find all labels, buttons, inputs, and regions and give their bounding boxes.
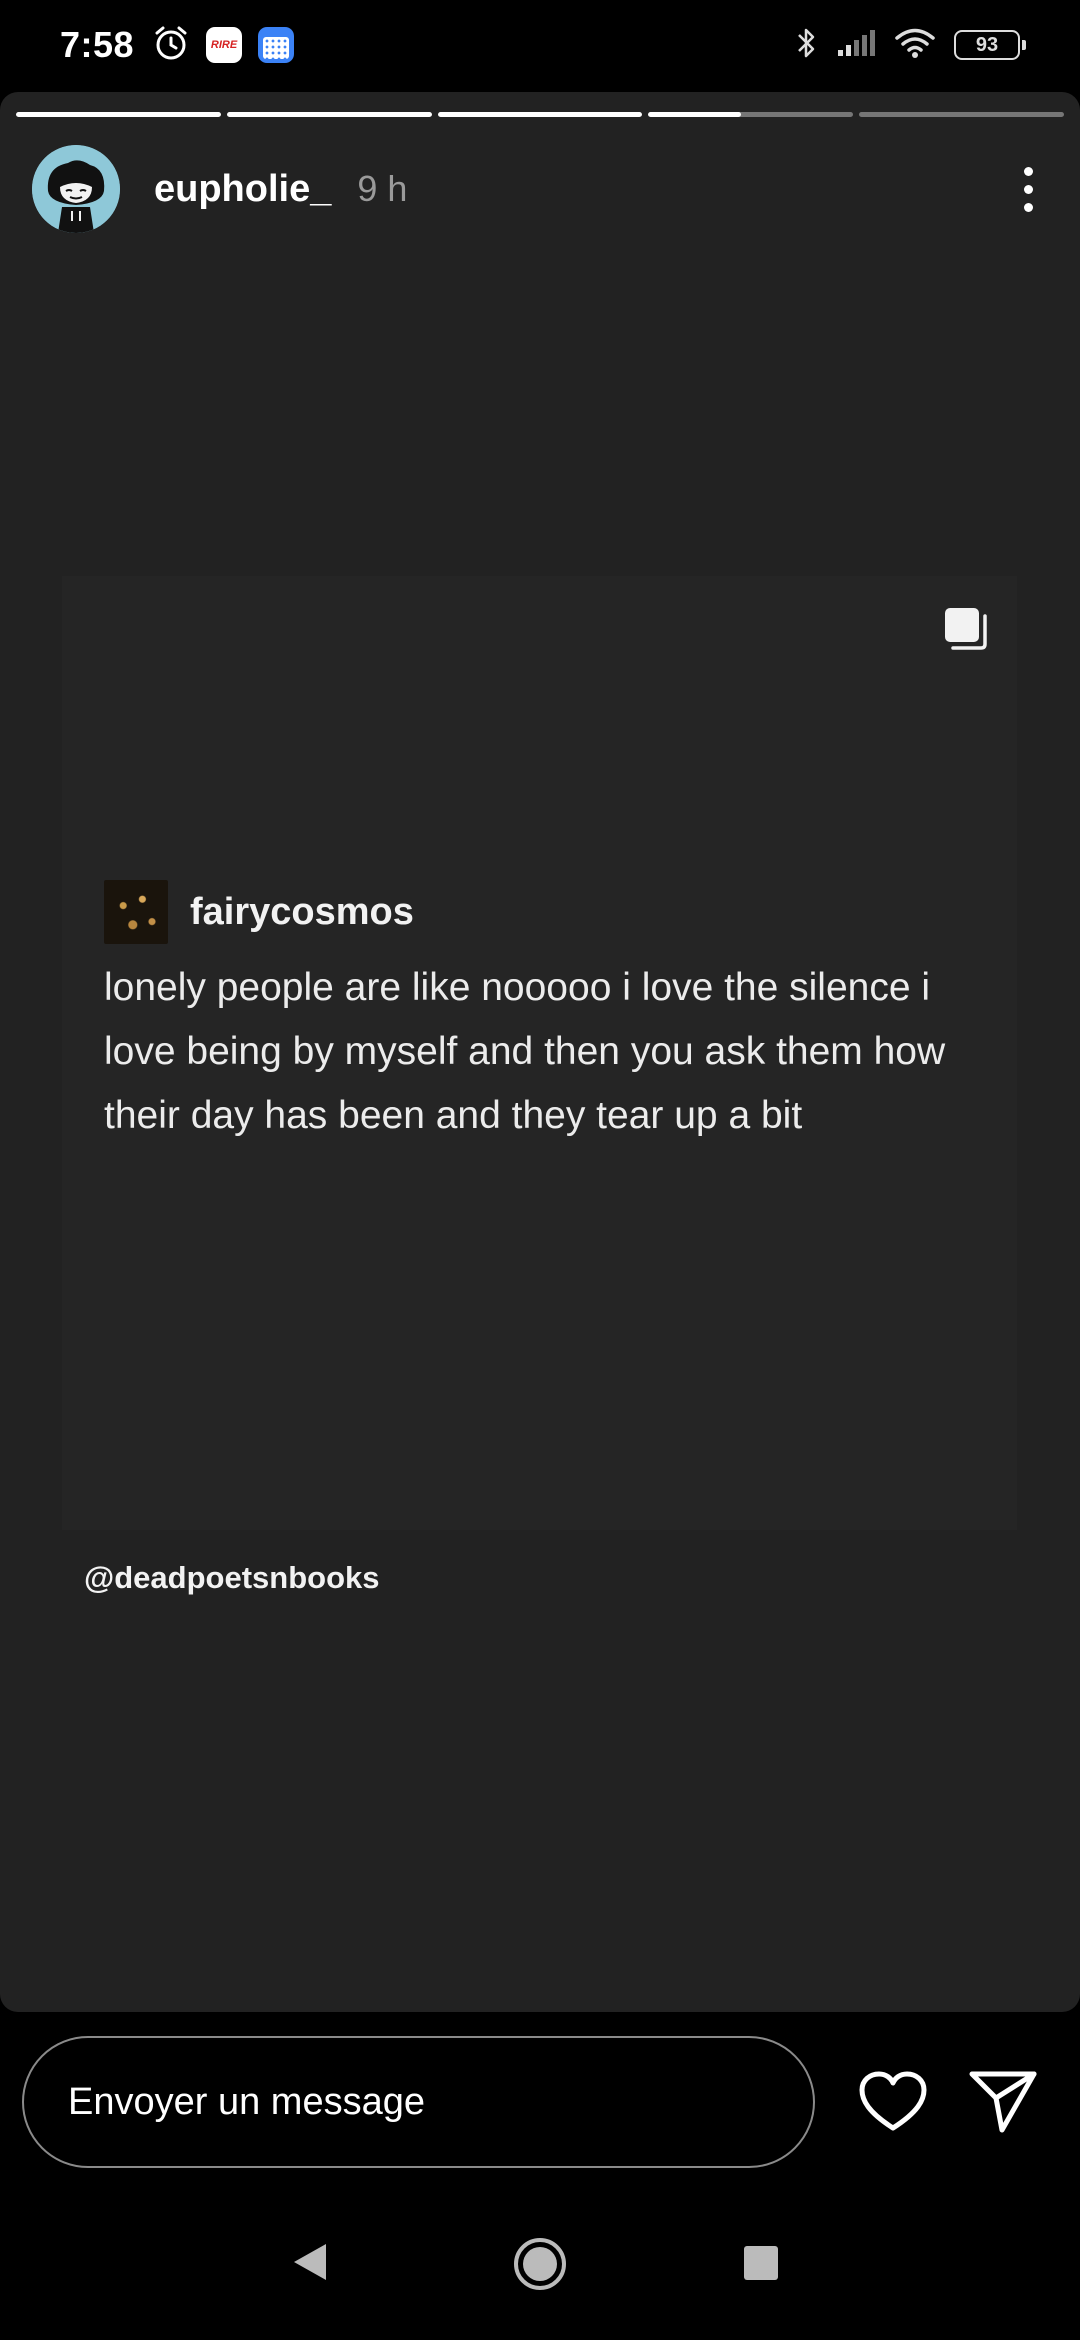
wifi-icon [894,27,936,64]
rire-app-icon: RIRE [206,27,243,63]
story-panel[interactable]: eupholie_ 9 h fairycosmos lonely people … [0,92,1080,2012]
calendar-app-icon [258,27,295,63]
status-bar: 7:58 RIRE 93 [0,0,1080,90]
notification-icons: RIRE [152,24,295,67]
message-input[interactable]: Envoyer un message [22,2036,815,2168]
progress-fill [16,112,221,117]
progress-fill [648,112,741,117]
more-dot [1023,202,1033,212]
status-time: 7:58 [60,24,135,65]
battery-icon: 93 [954,30,1026,60]
progress-segment [16,112,221,117]
shared-post-card[interactable]: fairycosmos lonely people are like noooo… [62,576,1017,1530]
post-text: lonely people are like nooooo i love the… [104,966,946,1137]
battery-level: 93 [975,33,999,56]
story-progress [16,112,1064,118]
carousel-icon [943,606,989,652]
more-dot [1023,166,1033,176]
post-author-name: fairycosmos [190,890,414,933]
progress-segment [859,112,1064,117]
avatar[interactable] [32,145,120,233]
bluetooth-icon [794,25,818,66]
progress-segment [437,112,643,117]
send-icon[interactable] [968,2068,1038,2134]
progress-segment [648,112,854,117]
system-icons: 93 [794,25,1026,66]
alarm-icon [152,24,190,67]
reply-bar: Envoyer un message [0,2012,1080,2192]
story-username[interactable]: eupholie_ [154,168,331,211]
rire-badge-label: RIRE [210,39,238,51]
post-author-avatar [104,880,168,944]
progress-fill [437,112,643,117]
post-author: fairycosmos [104,880,414,944]
back-icon[interactable] [292,2242,328,2287]
navigation-bar [0,2192,1080,2340]
story-timestamp: 9 h [357,168,408,209]
home-icon[interactable] [514,2238,566,2290]
mention-sticker[interactable]: @deadpoetsnbooks [84,1560,379,1596]
recent-apps-icon[interactable] [744,2246,778,2280]
heart-icon[interactable] [858,2070,928,2134]
message-input-placeholder: Envoyer un message [68,2080,425,2123]
story-header: eupholie_ 9 h [32,144,1048,234]
signal-icon [836,28,876,63]
progress-fill [226,112,432,117]
more-options-button[interactable] [1008,154,1048,224]
story-screen: 7:58 RIRE 93 eupholie_ 9 h fairycosmos l… [0,0,1080,2340]
more-dot [1023,184,1033,194]
progress-segment [226,112,432,117]
